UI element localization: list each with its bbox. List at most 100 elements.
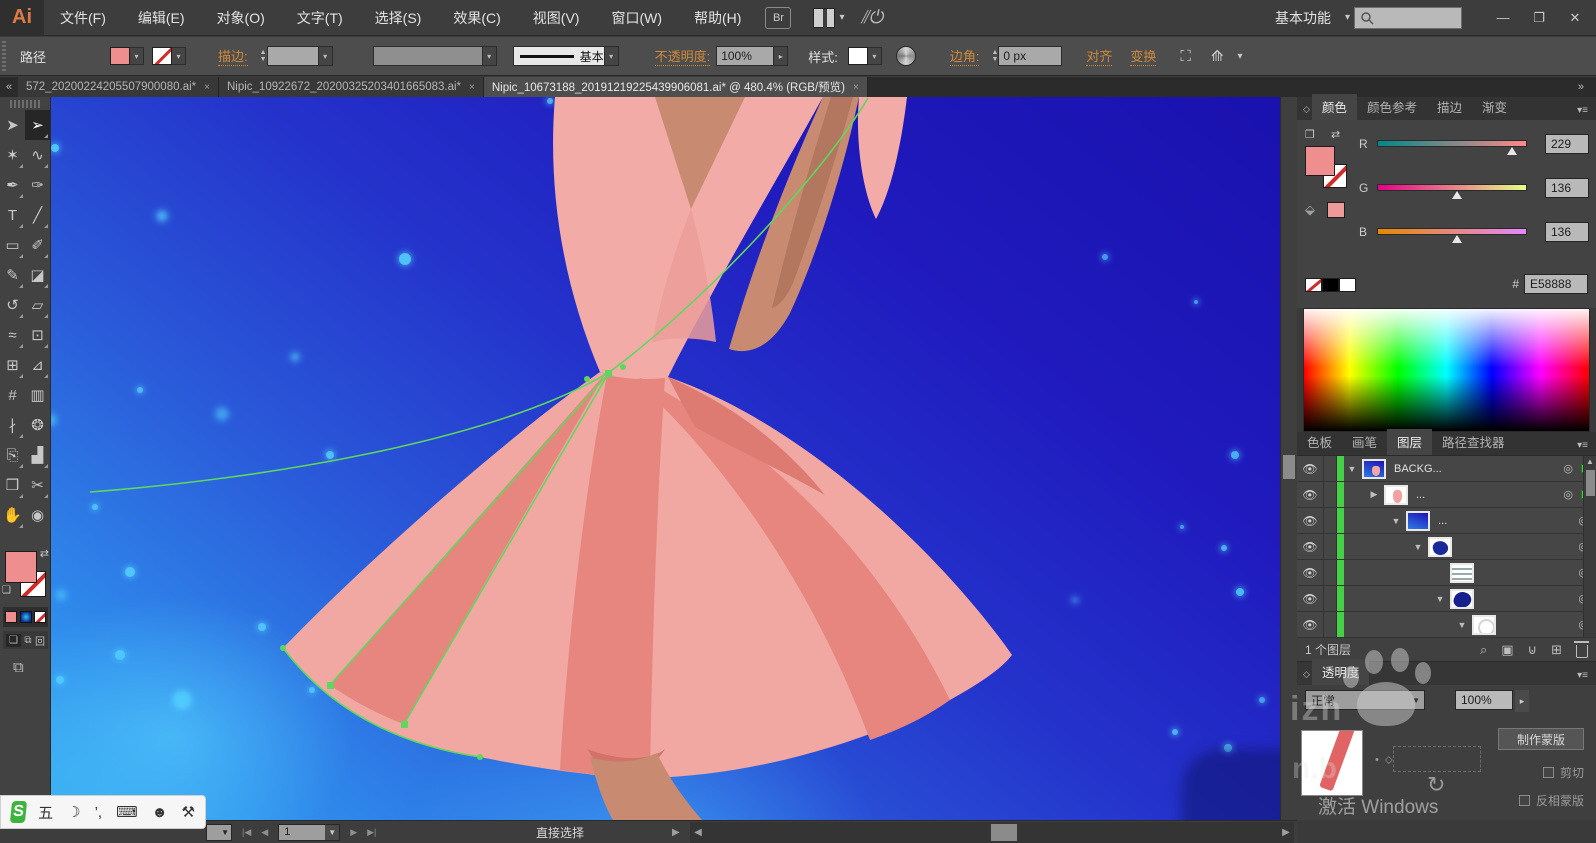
width-profile-dropdown-icon[interactable]: ▾	[482, 46, 497, 66]
account-icon[interactable]: ☻	[152, 804, 168, 821]
blend-tool[interactable]: ❂	[25, 410, 50, 440]
bridge-icon[interactable]: Br	[765, 6, 792, 29]
document-tab-2[interactable]: Nipic_10673188_20191219225439906081.ai* …	[483, 77, 868, 97]
channel-slider-G[interactable]	[1377, 184, 1527, 191]
expand-arrow-icon[interactable]: ▼	[1346, 464, 1358, 474]
workspace-caret-icon[interactable]: ▾	[1345, 12, 1350, 23]
target-circle-icon[interactable]: ◎	[1563, 462, 1573, 475]
channel-value-R[interactable]: 229	[1545, 134, 1589, 154]
line-segment-tool[interactable]: ╱	[25, 200, 50, 230]
layers-scroll-up-icon[interactable]: ▲	[1586, 457, 1594, 466]
layer-row-3[interactable]: 👁▼◎	[1297, 534, 1596, 560]
tab-close-icon[interactable]: ×	[204, 82, 210, 93]
gradient-mode-button[interactable]	[19, 611, 32, 623]
type-tool[interactable]: T	[0, 200, 25, 230]
tab-颜色参考[interactable]: 颜色参考	[1357, 94, 1427, 120]
visibility-eye-icon[interactable]: 👁	[1297, 592, 1323, 606]
status-expand-icon[interactable]: ▶	[672, 827, 680, 838]
color-spectrum[interactable]	[1303, 308, 1590, 432]
tab-路径查找器[interactable]: 路径查找器	[1432, 429, 1515, 455]
scroll-left-icon[interactable]: ◀	[690, 827, 706, 838]
horizontal-scroll-track[interactable]	[706, 822, 1278, 843]
free-transform-tool[interactable]: ⊡	[25, 320, 50, 350]
swap-fill-stroke-icon[interactable]: ⇄	[40, 547, 49, 560]
layer-thumbnail[interactable]	[1450, 588, 1474, 609]
tab-图层[interactable]: 图层	[1387, 429, 1433, 455]
lock-column[interactable]	[1323, 534, 1337, 559]
make-clip-mask-icon[interactable]: ▣	[1501, 642, 1513, 658]
curvature-tool[interactable]: ✑	[25, 170, 50, 200]
opacity-link[interactable]: 不透明度:	[654, 46, 711, 66]
visibility-eye-icon[interactable]: 👁	[1297, 566, 1323, 580]
tab-描边[interactable]: 描边	[1427, 94, 1472, 120]
symbol-sprayer-tool[interactable]: ⎘	[0, 440, 25, 470]
lock-column[interactable]	[1323, 508, 1337, 533]
toolbar-fill-swatch[interactable]	[5, 551, 37, 583]
horizontal-scroll-thumb[interactable]	[991, 824, 1017, 841]
none-mode-button[interactable]	[34, 611, 46, 623]
eyedropper-tool[interactable]: ∤	[0, 410, 25, 440]
draw-inside-button[interactable]: 回	[35, 633, 45, 648]
layers-panel-menu-icon[interactable]: ▾≡	[1577, 436, 1596, 455]
corner-link[interactable]: 边角:	[949, 46, 980, 66]
layer-row-1[interactable]: 👁 ▶... ◎	[1297, 482, 1596, 508]
menu-item-3[interactable]: 文字(T)	[281, 0, 359, 36]
isolate-object-icon[interactable]: ⛶	[1180, 48, 1191, 65]
lock-column[interactable]	[1323, 560, 1337, 585]
recolor-artwork-icon[interactable]	[895, 46, 916, 66]
clip-checkbox[interactable]: 剪切	[1542, 764, 1584, 781]
artboard-number-select[interactable]: 1 ▼	[278, 823, 341, 841]
layer-name[interactable]: BACKG...	[1394, 463, 1442, 475]
transparency-opacity-arrow-icon[interactable]: ▸	[1515, 690, 1529, 712]
channel-value-B[interactable]: 136	[1545, 222, 1589, 242]
settings-wrench-icon[interactable]: ⚒	[182, 803, 195, 821]
new-layer-icon[interactable]: ⊞	[1551, 642, 1562, 658]
stroke-weight-dropdown-icon[interactable]: ▾	[318, 46, 333, 66]
expand-arrow-icon[interactable]: ▶	[1368, 489, 1380, 500]
zoom-tool[interactable]: ◉	[25, 500, 50, 530]
visibility-eye-icon[interactable]: 👁	[1297, 462, 1323, 476]
close-button[interactable]: ✕	[1560, 6, 1590, 30]
artboard-canvas[interactable]	[51, 97, 1280, 820]
draw-normal-button[interactable]: ❏	[6, 633, 21, 647]
layer-name[interactable]: ...	[1438, 515, 1447, 527]
dock-collapse-icon[interactable]: «	[0, 77, 18, 97]
blend-mode-select[interactable]: 正常 ▼	[1305, 690, 1425, 710]
tab-色板[interactable]: 色板	[1297, 429, 1342, 455]
paintbrush-tool[interactable]: ✐	[25, 230, 50, 260]
stroke-stepper[interactable]: ▲ ▼	[260, 49, 267, 63]
tab-transparency[interactable]: 透明度	[1311, 659, 1370, 685]
transform-link[interactable]: 变换	[1130, 46, 1157, 66]
eraser-tool[interactable]: ◪	[25, 260, 50, 290]
tab-画笔[interactable]: 画笔	[1342, 429, 1387, 455]
visibility-eye-icon[interactable]: 👁	[1297, 618, 1323, 632]
align-link[interactable]: 对齐	[1086, 46, 1113, 66]
menu-item-1[interactable]: 编辑(E)	[122, 0, 201, 36]
mesh-tool[interactable]: #	[0, 380, 25, 410]
first-artboard-icon[interactable]: |◀	[242, 827, 251, 838]
minimize-button[interactable]: —	[1488, 6, 1518, 30]
workspace-switcher[interactable]: 基本功能	[1275, 8, 1331, 28]
gradient-tool[interactable]: ▥	[25, 380, 50, 410]
locate-object-icon[interactable]: ⌕	[1480, 642, 1487, 658]
panel-collapse-icon[interactable]: ◇	[1297, 100, 1312, 120]
direct-selection-tool[interactable]: ➢	[25, 110, 50, 140]
white-swatch[interactable]	[1339, 278, 1356, 292]
tools-panel-grip[interactable]	[10, 100, 40, 108]
zoom-level-dropdown[interactable]: ▼	[206, 823, 232, 841]
panel-fill-swatch[interactable]	[1305, 146, 1335, 176]
new-sublayer-icon[interactable]: ⊍	[1528, 642, 1538, 658]
rotate-tool[interactable]: ↺	[0, 290, 25, 320]
lock-column[interactable]	[1323, 612, 1337, 637]
tab-渐变[interactable]: 渐变	[1472, 94, 1517, 120]
layer-row-6[interactable]: 👁▼◎	[1297, 612, 1596, 638]
gpu-performance-icon[interactable]: ⫽⏻	[860, 7, 887, 28]
layers-scrollbar[interactable]: ▲	[1583, 456, 1596, 637]
perspective-grid-tool[interactable]: ⊿	[25, 350, 50, 380]
transparency-menu-icon[interactable]: ▾≡	[1577, 666, 1596, 685]
pencil-tool[interactable]: ✎	[0, 260, 25, 290]
document-tab-1[interactable]: Nipic_10922672_20200325203401665083.ai* ×	[218, 77, 484, 97]
fill-dropdown-icon[interactable]: ▾	[130, 47, 145, 65]
brush-definition-control[interactable]: 基本	[512, 46, 605, 66]
stroke-weight-link[interactable]: 描边:	[218, 46, 248, 66]
